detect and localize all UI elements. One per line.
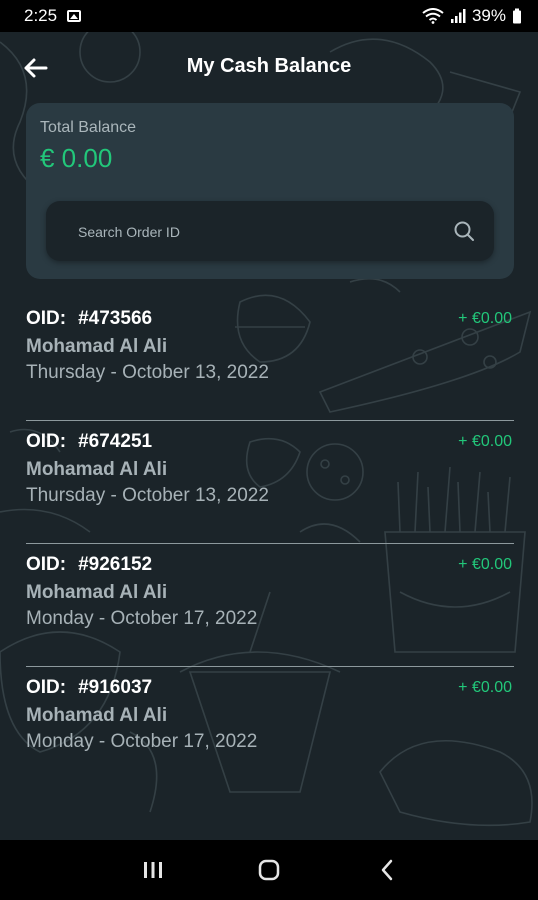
- oid-label: OID:: [26, 554, 67, 575]
- customer-name: Mohamad Al Ali: [26, 705, 168, 726]
- system-navigation-bar: [0, 840, 538, 900]
- status-left: 2:25: [24, 6, 82, 26]
- total-balance-value: € 0.00: [40, 143, 113, 173]
- wifi-icon: [422, 8, 444, 24]
- order-item[interactable]: OID: #916037 + €0.00 Mohamad Al Ali Monda…: [26, 667, 514, 790]
- total-balance-label: Total Balance: [40, 119, 137, 136]
- status-time: 2:25: [24, 6, 58, 25]
- order-date: Monday - October 17, 2022: [26, 731, 258, 752]
- balance-card: Total Balance € 0.00: [26, 103, 514, 279]
- order-id: #473566: [78, 308, 153, 329]
- order-date: Thursday - October 13, 2022: [26, 362, 269, 383]
- search-box: [46, 201, 494, 263]
- order-amount: + €0.00: [458, 556, 512, 573]
- oid-label: OID:: [26, 308, 67, 329]
- customer-name: Mohamad Al Ali: [26, 582, 168, 603]
- cash-balance-screen: My Cash Balance Total Balance € 0.00 OID…: [0, 32, 538, 840]
- order-date: Monday - October 17, 2022: [26, 608, 258, 629]
- order-id-row: OID: #473566: [26, 308, 152, 330]
- order-amount: + €0.00: [458, 310, 512, 327]
- status-right: 39%: [422, 6, 522, 26]
- signal-icon: [450, 9, 466, 23]
- order-date: Thursday - October 13, 2022: [26, 485, 269, 506]
- order-amount: + €0.00: [458, 433, 512, 450]
- recent-apps-icon[interactable]: [142, 860, 164, 880]
- order-id-row: OID: #926152: [26, 554, 152, 576]
- chevron-left-icon[interactable]: [378, 858, 396, 882]
- orders-list: OID: #473566 + €0.00 Mohamad Al Ali Thurs…: [26, 298, 514, 790]
- order-id: #926152: [78, 554, 153, 575]
- order-id: #916037: [78, 677, 153, 698]
- order-id-row: OID: #674251: [26, 431, 152, 453]
- status-bar: 2:25 39%: [0, 0, 538, 32]
- order-amount: + €0.00: [458, 679, 512, 696]
- oid-label: OID:: [26, 431, 67, 452]
- page-title: My Cash Balance: [186, 55, 352, 77]
- oid-label: OID:: [26, 677, 67, 698]
- app-bar: My Cash Balance: [0, 32, 538, 102]
- order-item[interactable]: OID: #473566 + €0.00 Mohamad Al Ali Thurs…: [26, 298, 514, 421]
- search-order-input[interactable]: [76, 201, 440, 263]
- battery-percentage: 39%: [471, 6, 506, 25]
- home-icon[interactable]: [258, 859, 280, 881]
- search-icon[interactable]: [452, 219, 476, 243]
- order-id: #674251: [78, 431, 153, 452]
- order-id-row: OID: #916037: [26, 677, 152, 699]
- order-item[interactable]: OID: #674251 + €0.00 Mohamad Al Ali Thurs…: [26, 421, 514, 544]
- customer-name: Mohamad Al Ali: [26, 336, 168, 357]
- customer-name: Mohamad Al Ali: [26, 459, 168, 480]
- order-item[interactable]: OID: #926152 + €0.00 Mohamad Al Ali Monda…: [26, 544, 514, 667]
- battery-icon: [513, 8, 521, 24]
- gallery-notification-icon: [67, 10, 82, 22]
